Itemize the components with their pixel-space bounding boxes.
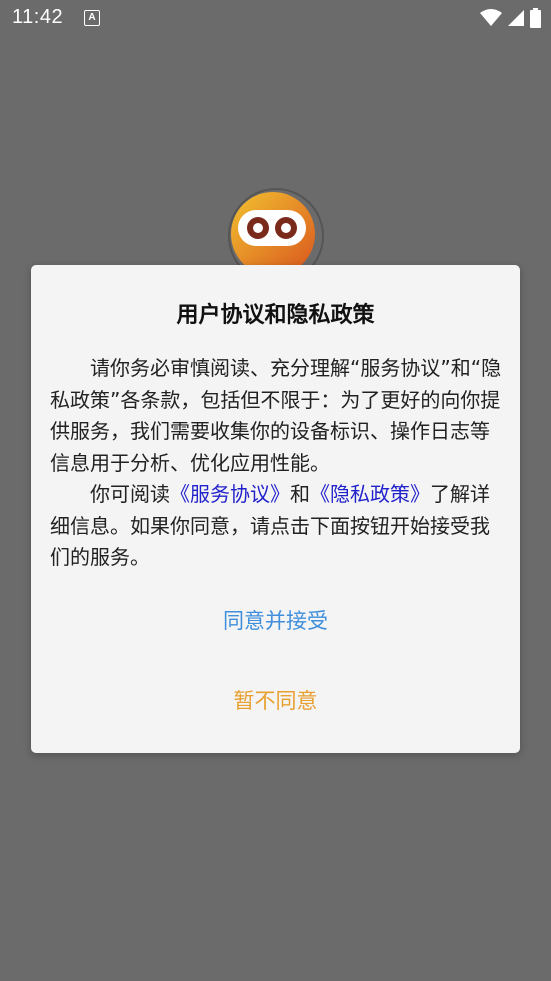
battery-icon <box>530 8 541 28</box>
decline-button[interactable]: 暂不同意 <box>31 685 520 715</box>
dialog-paragraph-2: 你可阅读《服务协议》和《隐私政策》了解详细信息。如果你同意，请点击下面按钮开始接… <box>50 479 504 574</box>
signal-icon <box>508 10 524 26</box>
accept-button[interactable]: 同意并接受 <box>31 605 520 635</box>
privacy-policy-link[interactable]: 《隐私政策》 <box>310 482 430 506</box>
status-bar: 11:42 A <box>0 0 551 38</box>
notification-icon: A <box>84 10 100 26</box>
privacy-dialog: 用户协议和隐私政策 请你务必审慎阅读、充分理解“服务协议”和“隐私政策”各条款，… <box>31 265 520 753</box>
status-time: 11:42 <box>12 6 64 28</box>
dialog-paragraph-1: 请你务必审慎阅读、充分理解“服务协议”和“隐私政策”各条款，包括但不限于：为了更… <box>50 356 502 475</box>
service-agreement-link[interactable]: 《服务协议》 <box>170 482 290 506</box>
para2-text-pre: 你可阅读 <box>90 482 170 506</box>
status-icons <box>480 8 541 28</box>
para2-text-mid: 和 <box>290 482 310 506</box>
dialog-title: 用户协议和隐私政策 <box>176 303 375 328</box>
wifi-icon <box>480 9 502 26</box>
dialog-body: 请你务必审慎阅读、充分理解“服务协议”和“隐私政策”各条款，包括但不限于：为了更… <box>50 353 504 574</box>
